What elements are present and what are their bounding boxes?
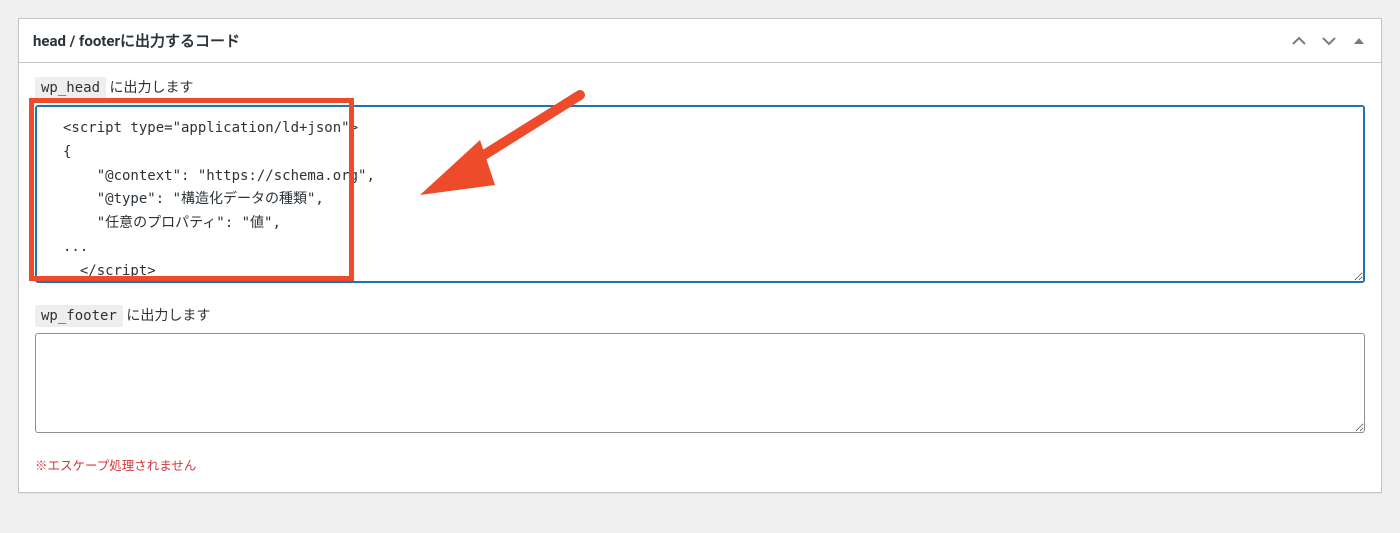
wp-head-label-suffix: に出力します xyxy=(106,80,193,96)
metabox-title: head / footerに出力するコード xyxy=(33,30,1289,51)
metabox-controls xyxy=(1289,31,1369,51)
move-down-icon[interactable] xyxy=(1319,31,1339,51)
metabox-header: head / footerに出力するコード xyxy=(19,19,1381,63)
wp-head-textarea-wrap xyxy=(35,105,1365,283)
wp-head-textarea[interactable] xyxy=(35,105,1365,283)
wp-footer-textarea[interactable] xyxy=(35,333,1365,433)
metabox-body: wp_head に出力します wp_footer に出力します ※エスケープ処理… xyxy=(19,63,1381,492)
wp-footer-label: wp_footer に出力します xyxy=(35,305,1365,325)
wp-footer-section: wp_footer に出力します xyxy=(35,305,1365,433)
metabox-head-footer: head / footerに出力するコード wp_head に出力します xyxy=(18,18,1382,493)
escape-note: ※エスケープ処理されません xyxy=(35,455,1365,474)
wp-head-tag: wp_head xyxy=(35,77,106,99)
toggle-collapse-icon[interactable] xyxy=(1349,31,1369,51)
wp-footer-tag: wp_footer xyxy=(35,305,123,327)
move-up-icon[interactable] xyxy=(1289,31,1309,51)
wp-head-label: wp_head に出力します xyxy=(35,77,1365,97)
wp-footer-label-suffix: に出力します xyxy=(123,308,210,324)
